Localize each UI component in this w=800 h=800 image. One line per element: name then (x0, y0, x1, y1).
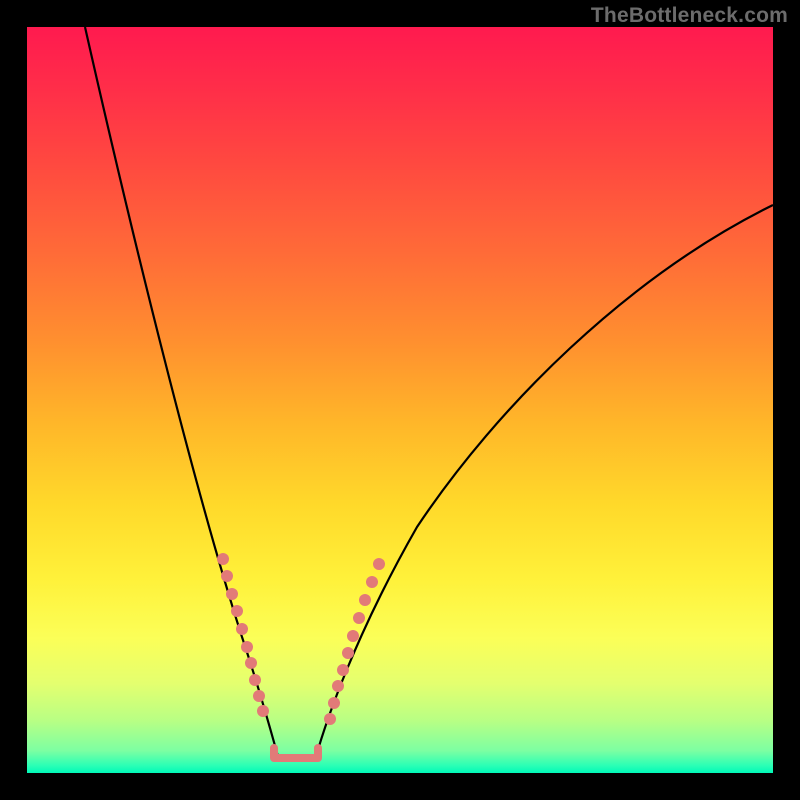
data-dot (373, 558, 385, 570)
data-dot (221, 570, 233, 582)
right-dot-cluster (324, 558, 385, 725)
data-dot (253, 690, 265, 702)
data-dot (245, 657, 257, 669)
data-dot (241, 641, 253, 653)
left-dot-cluster (217, 553, 269, 717)
data-dot (353, 612, 365, 624)
data-dot (324, 713, 336, 725)
data-dot (342, 647, 354, 659)
watermark-text: TheBottleneck.com (591, 4, 788, 28)
data-dot (249, 674, 261, 686)
data-dot (236, 623, 248, 635)
data-dot (332, 680, 344, 692)
v-curve (85, 27, 773, 760)
data-dot (226, 588, 238, 600)
data-dot (231, 605, 243, 617)
chart-svg (27, 27, 773, 773)
valley-bracket (274, 748, 318, 758)
data-dot (328, 697, 340, 709)
data-dot (359, 594, 371, 606)
data-dot (347, 630, 359, 642)
right-branch-path (315, 205, 773, 760)
data-dot (366, 576, 378, 588)
data-dot (217, 553, 229, 565)
data-dot (257, 705, 269, 717)
data-dot (337, 664, 349, 676)
